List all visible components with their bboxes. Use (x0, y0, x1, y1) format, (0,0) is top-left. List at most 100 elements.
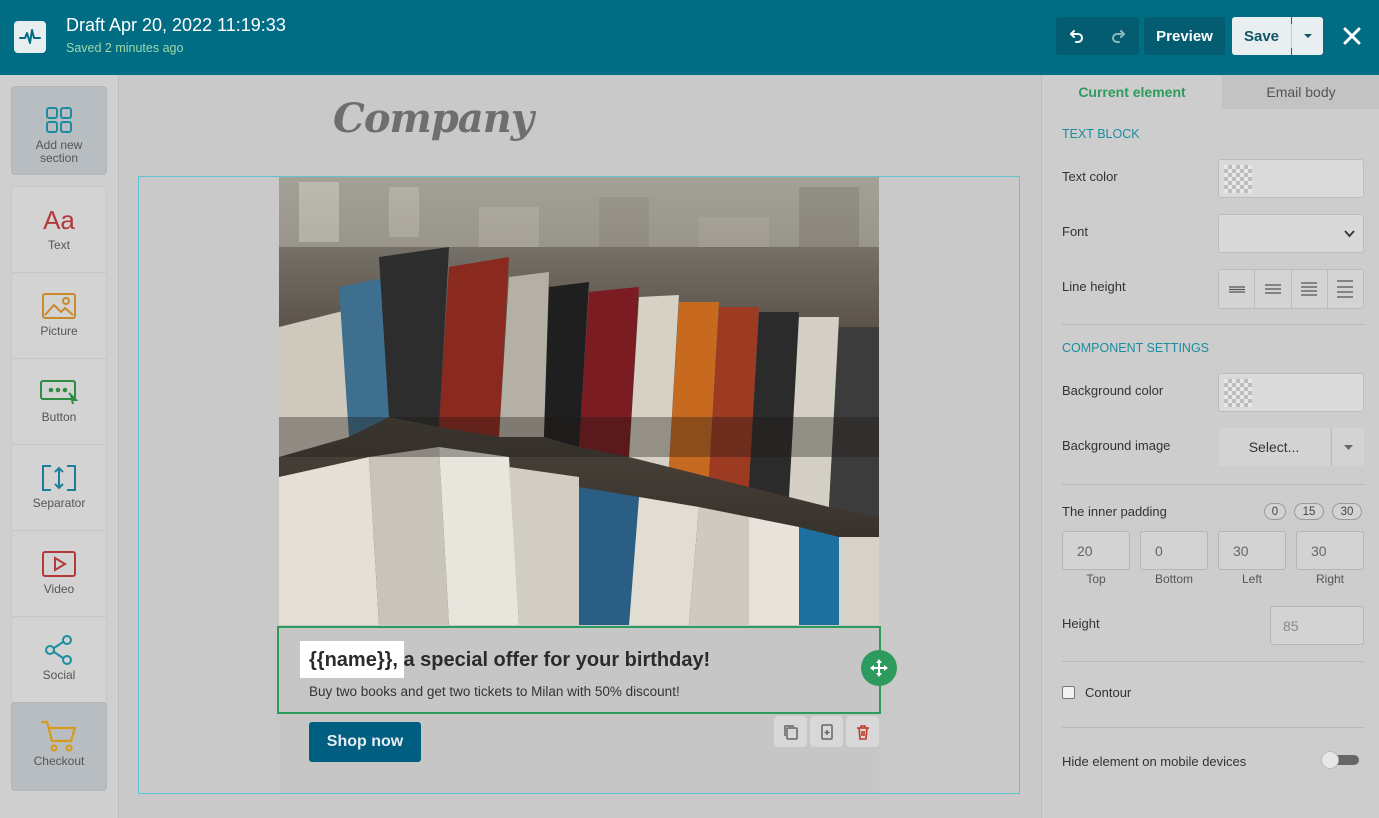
divider (1062, 484, 1364, 485)
line-height-normal[interactable] (1255, 270, 1292, 308)
email-headline[interactable]: {{name}}, a special offer for your birth… (309, 649, 710, 672)
tool-label: Text (47, 238, 70, 252)
tool-label: Social (42, 668, 76, 682)
checkout-tool[interactable]: Checkout (11, 702, 107, 791)
bg-image-label: Background image (1062, 438, 1171, 453)
bg-image-select-button[interactable]: Select... (1218, 428, 1330, 466)
text-block-heading: TEXT BLOCK (1062, 127, 1140, 141)
tool-label: Checkout (33, 754, 85, 768)
height-input[interactable]: 85 (1270, 606, 1364, 645)
separator-icon (41, 463, 77, 493)
height-label: Height (1062, 616, 1100, 631)
company-logo: Company (333, 95, 534, 142)
redo-button[interactable] (1097, 17, 1138, 55)
tab-current-element[interactable]: Current element (1042, 75, 1222, 109)
chevron-down-icon (1344, 230, 1355, 238)
text-color-picker[interactable] (1218, 159, 1364, 198)
save-block-button[interactable] (810, 716, 843, 747)
padding-right-input[interactable]: 30 (1296, 531, 1364, 570)
bg-image-options-button[interactable] (1331, 428, 1364, 466)
separator-tool[interactable]: Separator (11, 444, 107, 533)
add-section-tool[interactable]: Add new section (11, 86, 107, 175)
undo-icon (1069, 30, 1083, 43)
save-button[interactable]: Save (1232, 17, 1291, 55)
inner-padding-label: The inner padding (1062, 504, 1167, 519)
duplicate-button[interactable] (774, 716, 807, 747)
save-options-button[interactable] (1291, 17, 1323, 55)
move-handle[interactable] (861, 650, 897, 686)
line-height-label: Line height (1062, 279, 1126, 294)
divider (1062, 661, 1364, 662)
hide-mobile-label: Hide element on mobile devices (1062, 754, 1247, 769)
blocks-sidebar: Add new section Aa Text Picture Button S… (0, 75, 119, 818)
bg-color-label: Background color (1062, 383, 1164, 398)
draft-title: Draft Apr 20, 2022 11:19:33 (66, 15, 286, 35)
close-icon (1343, 27, 1361, 45)
padding-left-label: Left (1241, 572, 1262, 586)
padding-bottom-input[interactable]: 0 (1140, 531, 1208, 570)
divider (1062, 324, 1364, 325)
padding-right-label: Right (1315, 572, 1344, 586)
social-tool[interactable]: Social (11, 616, 107, 705)
padding-preset-30[interactable]: 30 (1332, 503, 1362, 520)
tool-label: Video (43, 582, 75, 596)
line-height-loose[interactable] (1328, 270, 1363, 308)
toggle-knob (1321, 751, 1339, 769)
close-button[interactable] (1339, 23, 1365, 49)
contour-checkbox[interactable] (1062, 686, 1075, 699)
button-icon (40, 377, 78, 407)
settings-panel: Current element Email body TEXT BLOCK Te… (1041, 75, 1379, 818)
shop-now-button[interactable]: Shop now (309, 722, 421, 762)
preview-button[interactable]: Preview (1144, 17, 1225, 55)
chevron-down-icon (1343, 444, 1353, 450)
delete-button[interactable] (846, 716, 879, 747)
contour-label: Contour (1085, 685, 1132, 700)
text-tool[interactable]: Aa Text (11, 186, 107, 275)
email-subline[interactable]: Buy two books and get two tickets to Mil… (309, 684, 680, 699)
redo-icon (1111, 30, 1125, 43)
video-icon (42, 549, 76, 579)
tool-label: Separator (32, 496, 86, 510)
padding-bottom-label: Bottom (1154, 572, 1193, 586)
save-block-icon (820, 723, 833, 740)
line-height-loose-icon (1337, 280, 1354, 298)
video-tool[interactable]: Video (11, 530, 107, 619)
history-controls (1056, 17, 1139, 55)
share-icon (43, 635, 75, 665)
line-height-options (1218, 269, 1364, 309)
bg-color-picker[interactable] (1218, 373, 1364, 412)
padding-top-label: Top (1086, 572, 1106, 586)
copy-icon (783, 724, 798, 740)
line-height-relaxed[interactable] (1292, 270, 1328, 308)
tool-label: Picture (40, 324, 78, 338)
save-status: Saved 2 minutes ago (66, 41, 184, 55)
hide-mobile-toggle[interactable] (1321, 751, 1359, 769)
padding-left-input[interactable]: 30 (1218, 531, 1286, 570)
tab-email-body[interactable]: Email body (1222, 75, 1379, 109)
font-label: Font (1062, 224, 1089, 239)
picture-icon (42, 291, 76, 321)
font-select[interactable] (1218, 214, 1364, 253)
top-bar: Draft Apr 20, 2022 11:19:33 Saved 2 minu… (0, 0, 1379, 75)
text-aa-icon: Aa (43, 204, 75, 235)
tool-label: Add new section (35, 138, 83, 165)
component-settings-heading: COMPONENT SETTINGS (1062, 341, 1210, 355)
text-color-label: Text color (1062, 169, 1118, 184)
padding-top-input[interactable]: 20 (1062, 531, 1130, 570)
undo-button[interactable] (1056, 17, 1097, 55)
line-height-relaxed-icon (1301, 282, 1318, 296)
line-height-compact[interactable] (1219, 270, 1256, 308)
padding-preset-15[interactable]: 15 (1294, 503, 1324, 520)
button-tool[interactable]: Button (11, 358, 107, 447)
divider (1062, 727, 1364, 728)
padding-preset-0[interactable]: 0 (1264, 503, 1286, 520)
trash-icon (856, 724, 869, 740)
cart-icon (40, 720, 78, 752)
picture-tool[interactable]: Picture (11, 272, 107, 361)
books-photo[interactable] (279, 177, 879, 625)
line-height-compact-icon (1228, 286, 1245, 293)
line-height-normal-icon (1264, 284, 1281, 294)
grid-icon (45, 105, 73, 135)
app-logo-icon (14, 21, 46, 53)
transparent-swatch-icon (1224, 165, 1252, 193)
